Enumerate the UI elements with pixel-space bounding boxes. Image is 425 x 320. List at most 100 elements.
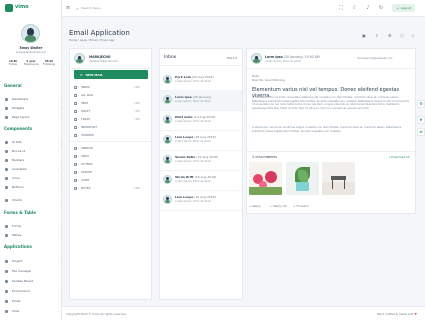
folder-sent[interactable]: SENT (20)	[74, 99, 144, 107]
share-icon[interactable]: ⇪	[375, 33, 378, 38]
folder-starred[interactable]: STARRED	[74, 131, 144, 139]
footer: Copyright 2023 © Vimo All rights reserve…	[62, 306, 425, 320]
breadcrumb-apps[interactable]: Apps	[80, 38, 87, 42]
paperclip-icon: ⚲	[252, 155, 255, 159]
bonus-icon	[5, 149, 8, 153]
sidebar-item-ecommerce[interactable]: Ecommerce ›	[5, 287, 59, 295]
sidebar-item-widgets[interactable]: Widgets ›	[5, 104, 59, 112]
reply-button[interactable]: ↩ Reply	[249, 204, 261, 208]
folder-spam[interactable]: SPAM	[74, 152, 144, 160]
stat-experience: 2 year Experience	[24, 60, 39, 66]
owner-avatar	[74, 53, 85, 64]
info-icon[interactable]: ⓘ	[400, 33, 404, 39]
folder-all-mail[interactable]: ALL MAIL	[74, 91, 144, 99]
breadcrumb-home[interactable]: Home	[69, 38, 77, 42]
folder-alert[interactable]: ALERT	[74, 176, 144, 184]
fullscreen-icon[interactable]: ⛶	[338, 5, 344, 11]
divider	[247, 151, 415, 152]
refresh-icon[interactable]: ↻	[378, 5, 384, 11]
sender-avatar	[163, 95, 172, 104]
stat-following: 95.2k Following	[42, 60, 56, 66]
section-applications: Applications	[4, 244, 32, 249]
inbox-title: Inbox	[164, 55, 177, 60]
new-mail-button[interactable]: ✉ NEW MAIL	[74, 70, 148, 79]
breadcrumb-email[interactable]: Email	[90, 38, 98, 42]
inbox-message-row[interactable]: Lion Loops (18 Aug 2018) Lorem Ipsum, Dol…	[160, 131, 242, 151]
table-icon	[5, 233, 8, 237]
leaf-icon[interactable]: ❦	[417, 116, 425, 124]
folder-unread[interactable]: UNREAD	[74, 144, 144, 152]
attachment-plant-image[interactable]	[286, 162, 319, 195]
sender-avatar	[163, 75, 172, 84]
kanban-icon	[5, 279, 8, 283]
download-all-link[interactable]: ⤓ Download All	[389, 155, 409, 159]
inbox-panel: Inbox More ▾ Pork Loin (20 Aug 2018) Lore…	[159, 48, 243, 300]
inbox-message-row[interactable]: Sinole Ratio (19 Aug 2018) Lorem Ipsum, D…	[160, 151, 242, 171]
sidebar-item-chat[interactable]: Chat ›	[5, 307, 59, 315]
attachment-chair-image[interactable]	[322, 162, 355, 195]
animation-icon	[5, 167, 8, 171]
sidebar-item-project[interactable]: Project ›	[5, 257, 59, 265]
inbox-message-row[interactable]: Shrim Rrift (16 Aug 2018) Lorem Ipsum, Do…	[160, 171, 242, 191]
stat-follow: 19.8k Follow	[8, 60, 18, 66]
star-icon[interactable]: ☆	[411, 33, 415, 38]
sidebar-item-file-manager[interactable]: File manager	[5, 267, 59, 275]
intro: Dear Sir, Good Morning,	[252, 78, 286, 82]
unread-icon	[74, 146, 77, 150]
home-icon	[5, 97, 8, 101]
moon-icon[interactable]: ☾	[352, 5, 358, 11]
reply-all-button[interactable]: ↩ Reply All	[270, 204, 286, 208]
more-dropdown[interactable]: More ▾	[227, 56, 237, 60]
brand-name[interactable]: vimo	[15, 4, 29, 10]
sidebar-item-kanban[interactable]: Kanban Board	[5, 277, 59, 285]
section-components: Components	[4, 126, 33, 131]
folder-update[interactable]: UPDATE	[74, 168, 144, 176]
sidebar-item-charts[interactable]: Charts ›	[5, 196, 59, 204]
sender-subject: Lorem Ipsum, Dolor sit amet	[265, 60, 301, 63]
sidebar-item-bonus-ui[interactable]: Bonus UI ›	[5, 147, 59, 155]
folder-notes[interactable]: NOTES (20)	[74, 184, 144, 192]
sidebar-item-icons[interactable]: Icons ›	[5, 174, 59, 182]
settings-icon[interactable]: ⚙	[388, 33, 392, 38]
sender-avatar	[163, 175, 172, 184]
sidebar-item-forms[interactable]: Forms ›	[5, 222, 59, 230]
profile-avatar[interactable]	[21, 24, 40, 43]
search-input[interactable]: Search here...	[81, 6, 102, 10]
sidebar-item-page-layout[interactable]: Page layout ›	[5, 113, 59, 121]
logout-button[interactable]: ⇥ Logout	[392, 4, 415, 12]
copyright: Copyright 2023 © Vimo All rights reserve…	[66, 312, 127, 316]
folder-outbox[interactable]: OUTBOX	[74, 160, 144, 168]
credit: Hand crafted & made with ♥	[376, 312, 417, 316]
message-body-2: In elementum varius nisl, et ultrices ma…	[252, 126, 402, 133]
notes-icon	[74, 186, 77, 190]
menu-icon[interactable]: ≡	[66, 5, 70, 11]
inbox-message-row[interactable]: Pork Loin (20 Aug 2018) Lorem Ipsum, Dolo…	[160, 71, 242, 91]
inbox-message-row-selected[interactable]: Lorm lpsa (20 January) Lorem Ipsum, Dolor…	[160, 91, 242, 111]
print-icon[interactable]: ▣	[362, 33, 366, 38]
sidebar-item-ui-kits[interactable]: UI Kits ›	[5, 138, 59, 146]
sidebar-item-dashboard[interactable]: Dashboard ›	[5, 95, 59, 103]
brand-logo-icon[interactable]	[5, 4, 13, 12]
search-icon: ⌕	[76, 5, 79, 11]
forward-button[interactable]: ↪ Forward	[293, 204, 309, 208]
profile-email: emaywalter@example.com	[16, 51, 46, 54]
attachment-flower-image[interactable]	[249, 162, 282, 195]
sidebar-item-builders[interactable]: Builders ›	[5, 156, 59, 164]
sidebar-item-animation[interactable]: Animation ›	[5, 165, 59, 173]
sidebar-item-email[interactable]: Email ›	[5, 297, 59, 305]
settings-float-icon[interactable]: ⚙	[417, 100, 425, 108]
folder-inbox[interactable]: INBOX (20)	[74, 83, 144, 91]
divider	[160, 65, 242, 66]
bell-icon[interactable]: ♪	[365, 5, 371, 11]
sidebar-item-tables[interactable]: Tables ›	[5, 231, 59, 239]
search-box[interactable]: ≡ ⌕ Search here...	[66, 4, 186, 12]
divider	[247, 68, 415, 69]
folder-trash[interactable]: TRASH (10)	[74, 115, 144, 123]
sender-avatar	[163, 115, 172, 124]
inbox-message-row[interactable]: Lion Loops (10 Aug 2018) Lorem Ipsum, Dol…	[160, 191, 242, 211]
sidebar-item-buttons[interactable]: Buttons ›	[5, 183, 59, 191]
folder-important[interactable]: IMPORTANT	[74, 123, 144, 131]
folder-draft[interactable]: DRAFT (15)	[74, 107, 144, 115]
inbox-message-row[interactable]: Dilet mate (19 Aug 2018) Lorem Ipsum, Dol…	[160, 111, 242, 131]
swap-icon[interactable]: ⇄	[417, 128, 425, 136]
